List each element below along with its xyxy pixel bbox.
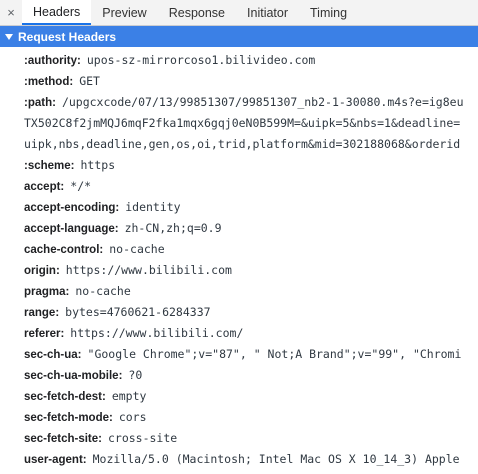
header-row-authority: :authority: upos-sz-mirrorcoso1.bilivideo…: [0, 49, 478, 70]
header-name: :scheme:: [24, 160, 75, 172]
request-headers-section-toggle[interactable]: Request Headers: [0, 26, 478, 47]
tab-response[interactable]: Response: [158, 0, 236, 25]
header-value: empty: [111, 389, 147, 403]
header-name: range:: [24, 307, 60, 319]
close-icon[interactable]: ×: [0, 0, 22, 25]
header-value: */*: [70, 179, 92, 193]
header-row-sec-ch-ua: sec-ch-ua: "Google Chrome";v="87", " Not;…: [0, 343, 478, 364]
header-value: "Google Chrome";v="87", " Not;A Brand";v…: [87, 347, 462, 361]
header-value-continuation: TX502C8f2jmMQJ6mqF2fka1mqx6gqj0eN0B599M=…: [24, 116, 461, 130]
tab-timing[interactable]: Timing: [299, 0, 358, 25]
header-value: cors: [118, 410, 147, 424]
header-row-sec-fetch-dest: sec-fetch-dest: empty: [0, 385, 478, 406]
header-value: zh-CN,zh;q=0.9: [124, 221, 222, 235]
header-row-path: :path: /upgcxcode/07/13/99851307/99851307…: [0, 91, 478, 154]
header-row-method: :method: GET: [0, 70, 478, 91]
header-name: sec-ch-ua-mobile:: [24, 370, 123, 382]
header-name: :authority:: [24, 55, 81, 67]
header-name: :path:: [24, 97, 56, 109]
header-row-sec-ch-ua-mobile: sec-ch-ua-mobile: ?0: [0, 364, 478, 385]
header-row-range: range: bytes=4760621-6284337: [0, 301, 478, 322]
header-row-referer: referer: https://www.bilibili.com/: [0, 322, 478, 343]
header-row-accept-language: accept-language: zh-CN,zh;q=0.9: [0, 217, 478, 238]
header-row-user-agent: user-agent: Mozilla/5.0 (Macintosh; Intel…: [0, 448, 478, 469]
header-name: cache-control:: [24, 244, 104, 256]
header-value: cross-site: [107, 431, 178, 445]
header-value: no-cache: [109, 242, 165, 256]
header-name: sec-ch-ua:: [24, 349, 82, 361]
header-row-accept: accept: */*: [0, 175, 478, 196]
header-name: sec-fetch-mode:: [24, 412, 113, 424]
header-value: identity: [125, 200, 181, 214]
header-value: https: [80, 158, 116, 172]
header-name: sec-fetch-dest:: [24, 391, 106, 403]
header-value: Mozilla/5.0 (Macintosh; Intel Mac OS X 1…: [92, 452, 460, 466]
header-value: bytes=4760621-6284337: [65, 305, 211, 319]
header-row-origin: origin: https://www.bilibili.com: [0, 259, 478, 280]
header-value: upos-sz-mirrorcoso1.bilivideo.com: [86, 53, 316, 67]
header-name: user-agent:: [24, 454, 87, 466]
header-row-accept-encoding: accept-encoding: identity: [0, 196, 478, 217]
header-row-cache-control: cache-control: no-cache: [0, 238, 478, 259]
header-value: GET: [79, 74, 100, 88]
header-value: ?0: [128, 368, 143, 382]
header-row-sec-fetch-mode: sec-fetch-mode: cors: [0, 406, 478, 427]
header-name: accept:: [24, 181, 65, 193]
header-name: pragma:: [24, 286, 70, 298]
section-title: Request Headers: [18, 29, 117, 44]
header-name: accept-encoding:: [24, 202, 120, 214]
request-headers-list: :authority: upos-sz-mirrorcoso1.bilivideo…: [0, 47, 478, 469]
header-row-sec-fetch-site: sec-fetch-site: cross-site: [0, 427, 478, 448]
tab-initiator[interactable]: Initiator: [236, 0, 299, 25]
header-name: accept-language:: [24, 223, 119, 235]
header-name: sec-fetch-site:: [24, 433, 102, 445]
tab-headers[interactable]: Headers: [22, 0, 92, 25]
header-value: /upgcxcode/07/13/99851307/99851307_nb2-1…: [61, 95, 464, 109]
header-value-continuation: uipk,nbs,deadline,gen,os,oi,trid,platfor…: [24, 137, 461, 151]
header-value: https://www.bilibili.com/: [70, 326, 244, 340]
tab-preview[interactable]: Preview: [91, 0, 157, 25]
header-row-scheme: :scheme: https: [0, 154, 478, 175]
header-value: no-cache: [75, 284, 131, 298]
devtools-tabbar: × Headers Preview Response Initiator Tim…: [0, 0, 478, 26]
header-name: referer:: [24, 328, 65, 340]
header-name: origin:: [24, 265, 60, 277]
header-name: :method:: [24, 76, 74, 88]
triangle-down-icon: [5, 33, 13, 40]
header-row-pragma: pragma: no-cache: [0, 280, 478, 301]
header-value: https://www.bilibili.com: [65, 263, 232, 277]
